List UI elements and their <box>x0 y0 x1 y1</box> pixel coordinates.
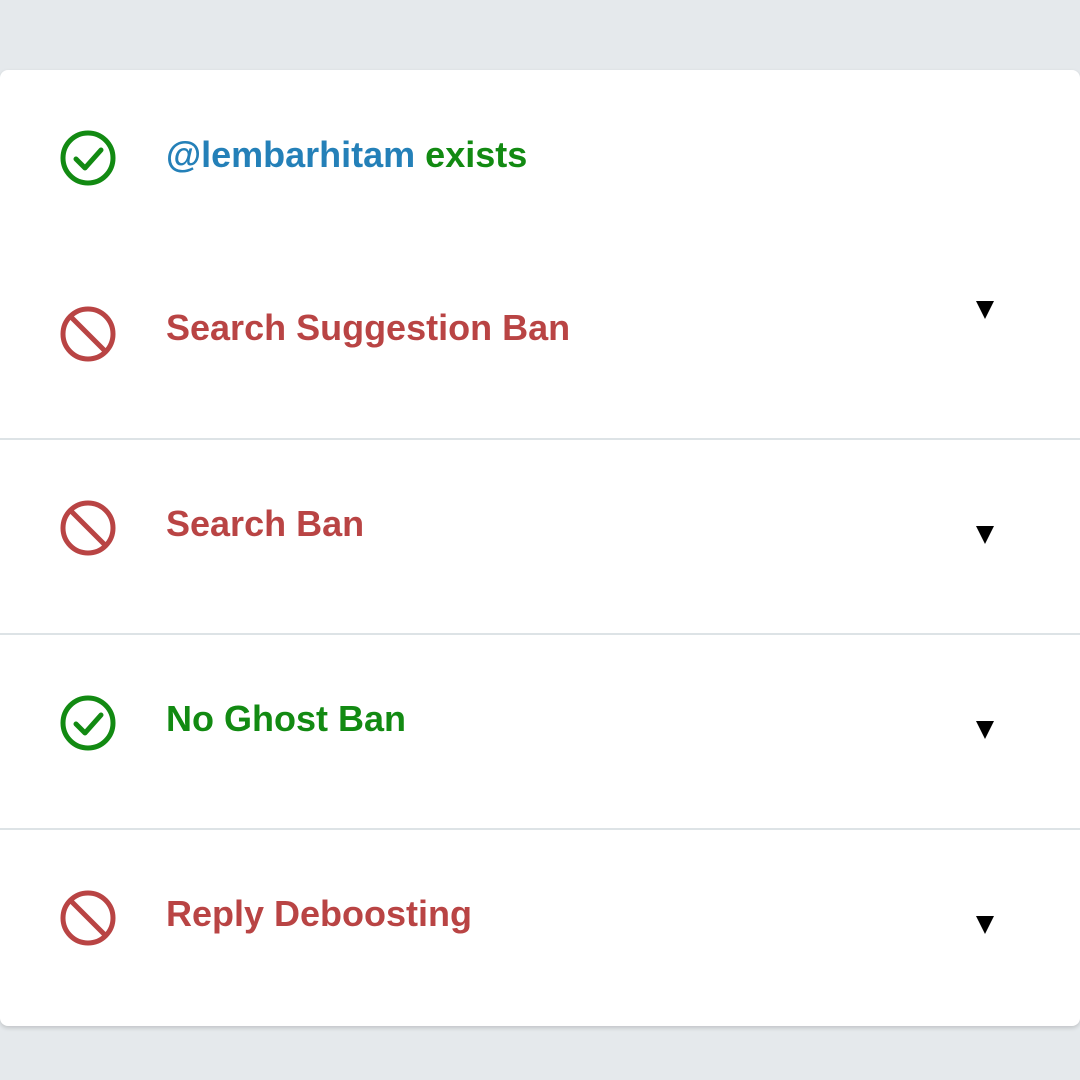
account-exists-row: @lembarhitam exists <box>0 70 1080 240</box>
check-row-search-suggestion-ban[interactable]: Search Suggestion Ban <box>0 240 1080 440</box>
ban-icon <box>58 304 118 364</box>
ban-icon <box>58 498 118 558</box>
check-label: Reply Deboosting <box>166 893 473 934</box>
caret-down-icon[interactable] <box>970 910 1000 940</box>
check-row-search-ban[interactable]: Search Ban <box>0 438 1080 634</box>
check-circle-icon <box>58 693 118 753</box>
account-status-text: @lembarhitam exists <box>166 133 527 177</box>
check-row-reply-deboosting[interactable]: Reply Deboosting <box>0 828 1080 1026</box>
check-circle-icon <box>58 128 118 188</box>
check-label: Search Ban <box>166 503 365 544</box>
account-handle[interactable]: @lembarhitam <box>166 134 415 175</box>
caret-down-icon[interactable] <box>970 715 1000 745</box>
caret-down-icon[interactable] <box>970 520 1000 550</box>
check-label: Search Suggestion Ban <box>166 307 571 348</box>
caret-down-icon[interactable] <box>970 295 1000 325</box>
check-row-ghost-ban[interactable]: No Ghost Ban <box>0 633 1080 829</box>
ban-icon <box>58 888 118 948</box>
check-label: No Ghost Ban <box>166 698 406 739</box>
account-exists-label: exists <box>415 134 528 175</box>
shadowban-results-card: @lembarhitam exists Search Suggestion Ba… <box>0 70 1080 1026</box>
